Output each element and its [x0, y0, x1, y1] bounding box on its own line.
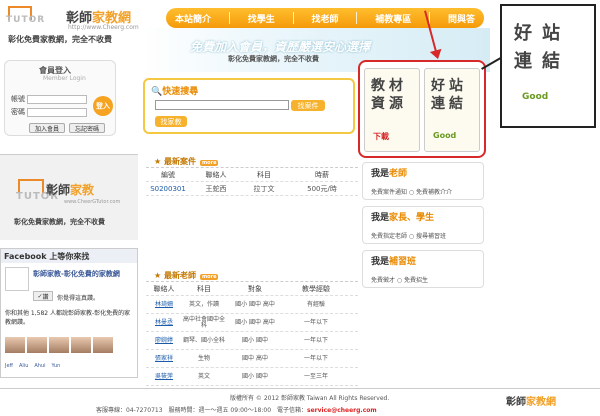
table-row[interactable]: 林曼丞 高中社會國中全科 國小 國中 高中 一年以下	[146, 314, 358, 332]
contact-info: 客服專線：04-7270713 服務時間：週一～週五 09:00～18:00 電…	[96, 407, 377, 414]
banner-subtext: 彰化免費家教網，完全不收費	[228, 55, 319, 63]
role-teacher-button[interactable]: 我是老師 免費案件通知 ○ 免費補教介介	[362, 162, 484, 200]
page-avatar[interactable]	[5, 267, 29, 291]
table-row[interactable]: S0200301 王蛇西 拉丁文 500元/時	[146, 182, 358, 196]
tutor-ad-box[interactable]: TUTOR 彰師家教 www.CheerGTutor.com 彰化免費家教網，完…	[0, 154, 138, 240]
avatar[interactable]	[27, 337, 47, 353]
login-subtitle: Member Login	[43, 75, 86, 82]
header-slogan: 彰化免費家教網，完全不收費	[8, 35, 112, 44]
quick-search-input[interactable]	[155, 100, 289, 110]
banner-text: 免費加入會員，資歷嚴選安心選擇	[190, 40, 371, 54]
join-member-button[interactable]: 加入會員	[29, 123, 65, 133]
avatar[interactable]	[49, 337, 69, 353]
good-tag: Good	[433, 131, 457, 140]
like-status: 你覺得這真讚。	[57, 295, 100, 302]
more-link[interactable]: more	[199, 274, 219, 280]
login-button[interactable]: 登入	[93, 96, 113, 116]
nav-find-teacher[interactable]: 找老師	[311, 12, 338, 25]
resources-page[interactable]: 教材資源 下載	[364, 68, 420, 152]
quick-search-panel: 🔍快速搜尋 找案件 找家教	[143, 78, 355, 134]
more-link[interactable]: more	[199, 160, 219, 166]
table-row[interactable]: 林琦姍 英文，作讀 國小 國中 高中 有經驗	[146, 296, 358, 314]
logo-domain: http://www.Cheerg.com	[68, 24, 139, 31]
nav-find-student[interactable]: 找學生	[248, 12, 275, 25]
password-input[interactable]	[27, 108, 87, 117]
role-cram-school-button[interactable]: 我是補習班 免費徵才 ○ 免費招生	[362, 250, 484, 288]
logo-tutor-text: TUTOR	[6, 15, 46, 25]
login-panel: 會員登入 Member Login 帳號 密碼 登入 加入會員 忘記密碼	[4, 60, 116, 136]
search-icon: 🔍	[151, 87, 163, 97]
links-book-banner[interactable]: 教材資源 下載 好站連結 Good	[358, 60, 486, 158]
like-button[interactable]: ✓ 讚	[33, 291, 53, 301]
latest-cases-section: ★ 最新案件 more 編號 聯絡人 科目 時薪 S0200301 王蛇西 拉丁文 500元/…	[146, 156, 358, 196]
latest-teachers-section: ★ 最新老師 more 聯絡人 科目 對象 教學經驗 林琦姍 英文，作讀 國小 國中 高中有…	[146, 270, 358, 386]
password-label: 密碼	[11, 108, 25, 116]
main-nav: 本站簡介 找學生 找老師 補教專區 問與答	[166, 8, 484, 28]
forgot-password-button[interactable]: 忘記密碼	[69, 123, 105, 133]
good-links-callout: 好站連結 Good	[500, 4, 596, 128]
facebook-header: Facebook 上等你來找	[1, 249, 137, 263]
download-tag: 下載	[373, 132, 389, 141]
find-case-button[interactable]: 找案件	[291, 100, 325, 111]
links-page[interactable]: 好站連結 Good	[424, 68, 480, 152]
facebook-page-name[interactable]: 彰師家教-彰化免費的家教網	[33, 269, 137, 279]
callout-good: Good	[522, 92, 549, 102]
footer: 版權所有 © 2012 彰師家教 Taiwan All Rights Reser…	[0, 388, 600, 416]
avatar[interactable]	[93, 337, 113, 353]
table-header: 聯絡人 科目 對象 教學經驗	[146, 282, 358, 296]
quick-search-title: 🔍快速搜尋	[151, 87, 199, 97]
role-parent-button[interactable]: 我是家長、學生 免費指定老師 ○ 搜尋補習班	[362, 206, 484, 244]
footer-logo[interactable]: 彰師家教網	[506, 393, 556, 408]
table-row[interactable]: 廖婉婷 鋼琴、國小全科 國小 國中 一年以下	[146, 332, 358, 350]
nav-faq[interactable]: 問與答	[448, 12, 475, 25]
find-tutor-button[interactable]: 找家教	[155, 116, 187, 127]
star-icon: ★	[154, 157, 162, 166]
site-logo[interactable]: TUTOR 彰師家教網 http://www.Cheerg.com	[6, 4, 139, 34]
avatar[interactable]	[71, 337, 91, 353]
star-icon: ★	[154, 271, 162, 280]
table-header: 編號 聯絡人 科目 時薪	[146, 168, 358, 182]
fan-avatars	[5, 337, 135, 353]
table-row[interactable]: 張家祥 生物 國中 高中 一年以下	[146, 350, 358, 368]
table-row[interactable]: 吳筱萍 英文 國小 國中 一至三年	[146, 368, 358, 386]
email-link[interactable]: service@cheerg.com	[307, 407, 377, 414]
nav-about[interactable]: 本站簡介	[175, 12, 211, 25]
nav-cram-school[interactable]: 補教專區	[375, 12, 411, 25]
account-label: 帳號	[11, 95, 25, 103]
avatar[interactable]	[5, 337, 25, 353]
facebook-like-box: Facebook 上等你來找 彰師家教-彰化免費的家教網 ✓ 讚 你覺得這真讚。 …	[0, 248, 138, 378]
fan-names: Jeff Aliu Ahui Yun	[5, 363, 61, 369]
like-count-text: 你和其他 1,582 人都說彰師家教-彰化免費的家教網讚。	[5, 310, 131, 326]
account-input[interactable]	[27, 95, 87, 104]
copyright-text: 版權所有 © 2012 彰師家教 Taiwan All Rights Reser…	[230, 395, 390, 402]
